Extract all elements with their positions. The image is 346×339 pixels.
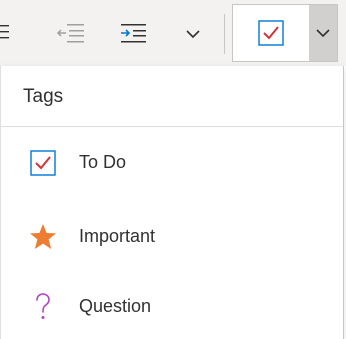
increase-indent-button[interactable] — [114, 18, 150, 48]
star-icon — [29, 223, 57, 251]
menu-header-label: Tags — [23, 86, 64, 107]
chevron-down-icon — [316, 29, 330, 38]
bulleted-list-button[interactable] — [0, 20, 16, 44]
menu-item-todo[interactable]: To Do — [1, 133, 343, 193]
apply-tag-button[interactable] — [233, 5, 309, 61]
decrease-indent-icon — [56, 24, 84, 43]
menu-item-question[interactable]: Question — [1, 277, 343, 337]
tag-dropdown-toggle[interactable] — [309, 5, 337, 61]
menu-header: Tags — [1, 66, 343, 127]
question-mark-icon — [29, 293, 57, 321]
decrease-indent-button[interactable] — [52, 18, 88, 48]
increase-indent-icon — [121, 24, 146, 43]
bulleted-list-icon — [0, 25, 9, 39]
menu-item-label: Question — [79, 296, 152, 316]
todo-checkbox-icon — [258, 20, 284, 46]
menu-item-important[interactable]: Important — [1, 207, 343, 267]
menu-item-label: Important — [79, 226, 156, 246]
todo-checkbox-icon — [29, 149, 57, 177]
menu-item-label: To Do — [79, 152, 127, 172]
more-options-button[interactable] — [180, 22, 206, 46]
chevron-down-icon — [186, 30, 200, 39]
tag-split-button — [232, 4, 338, 62]
ribbon-toolbar — [0, 0, 346, 66]
toolbar-divider — [224, 14, 225, 54]
tags-dropdown-menu: Tags To Do Important Question — [0, 66, 344, 339]
